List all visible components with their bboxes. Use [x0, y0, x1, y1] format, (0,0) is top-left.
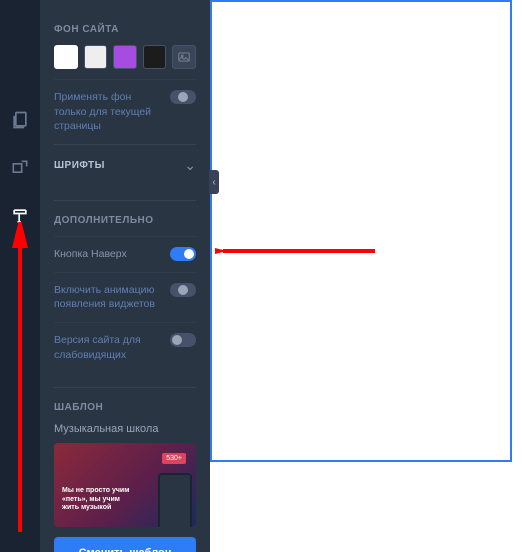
- left-rail: [0, 0, 40, 552]
- tpl-preview-text: Мы не просто учим «петь», мы учим жить м…: [62, 487, 132, 512]
- canvas-area[interactable]: [210, 0, 522, 552]
- fonts-section-header[interactable]: ШРИФТЫ ⌄: [54, 144, 196, 186]
- bg-swatches: [54, 45, 196, 69]
- swatch-white[interactable]: [54, 45, 78, 69]
- collapse-panel-tab[interactable]: ‹: [209, 170, 219, 194]
- apply-bg-label: Применять фон только для текущей страниц…: [54, 90, 162, 134]
- change-template-button[interactable]: Сменить шаблон: [54, 537, 196, 552]
- swatch-dark[interactable]: [143, 45, 167, 69]
- swatch-purple[interactable]: [113, 45, 137, 69]
- swatch-light[interactable]: [84, 45, 108, 69]
- blocks-icon[interactable]: [10, 158, 30, 178]
- bg-section-title: ФОН САЙТА: [54, 24, 196, 35]
- tpl-section-title: ШАБЛОН: [54, 387, 196, 413]
- tpl-name: Музыкальная школа: [54, 423, 196, 435]
- top-btn-toggle[interactable]: [170, 247, 196, 261]
- pages-icon[interactable]: [10, 110, 30, 130]
- design-icon[interactable]: [10, 206, 30, 226]
- selection-frame: [210, 0, 512, 462]
- tpl-badge: 530+: [162, 453, 186, 464]
- apply-bg-toggle[interactable]: [170, 90, 196, 104]
- chevron-down-icon: ⌄: [184, 157, 196, 174]
- settings-panel: ФОН САЙТА Применять фон только для текущ…: [40, 0, 210, 552]
- anim-label: Включить анимацию появления виджетов: [54, 283, 162, 312]
- tpl-preview[interactable]: 530+ Мы не просто учим «петь», мы учим ж…: [54, 443, 196, 527]
- tpl-phone-mock: [158, 473, 192, 527]
- top-btn-label: Кнопка Наверх: [54, 247, 162, 262]
- swatch-image[interactable]: [172, 45, 196, 69]
- fonts-title: ШРИФТЫ: [54, 160, 105, 171]
- a11y-toggle[interactable]: [170, 333, 196, 347]
- extra-section-title: ДОПОЛНИТЕЛЬНО: [54, 200, 196, 226]
- a11y-label: Версия сайта для слабовидящих: [54, 333, 162, 362]
- anim-toggle[interactable]: [170, 283, 196, 297]
